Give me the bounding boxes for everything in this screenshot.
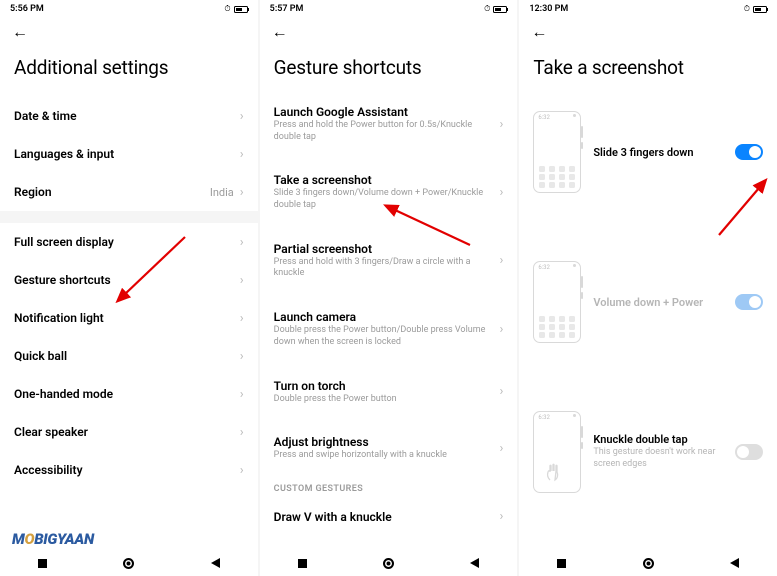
row-draw-v-knuckle[interactable]: Draw V with a knuckle › — [260, 498, 518, 536]
row-date-time[interactable]: Date & time › — [0, 97, 258, 135]
alarm-icon: ⏱ — [224, 4, 230, 14]
gesture-list: Launch Google Assistant Press and hold t… — [260, 97, 518, 536]
page-title: Gesture shortcuts — [260, 46, 518, 97]
chevron-right-icon: › — [499, 384, 503, 399]
chevron-right-icon: › — [240, 425, 244, 440]
row-one-handed-mode[interactable]: One-handed mode › — [0, 375, 258, 413]
nav-recents-icon[interactable] — [38, 559, 47, 568]
header-bar: ← — [260, 18, 518, 46]
row-clear-speaker[interactable]: Clear speaker › — [0, 413, 258, 451]
phone-mock-icon: 6:32 — [533, 411, 581, 493]
nav-recents-icon[interactable] — [557, 559, 566, 568]
panel-gesture-shortcuts: 5:57 PM ⏱ ← Gesture shortcuts Launch Goo… — [260, 0, 518, 576]
status-bar: 5:56 PM ⏱ — [0, 0, 258, 18]
toggle-volume-power[interactable] — [735, 294, 763, 310]
nav-back-icon[interactable] — [730, 558, 739, 568]
battery-icon — [753, 6, 767, 13]
chevron-right-icon: › — [240, 235, 244, 250]
hand-icon — [542, 460, 566, 484]
row-adjust-brightness[interactable]: Adjust brightness Press and swipe horizo… — [260, 427, 518, 470]
chevron-right-icon: › — [240, 349, 244, 364]
battery-icon — [493, 6, 507, 13]
back-icon[interactable]: ← — [531, 22, 547, 42]
chevron-right-icon: › — [240, 311, 244, 326]
nav-back-icon[interactable] — [470, 558, 479, 568]
option-knuckle-tap: 6:32 Knuckle double tap This gesture doe… — [519, 397, 777, 507]
phone-mock-icon: 6:32 — [533, 111, 581, 193]
page-title: Take a screenshot — [519, 46, 777, 97]
status-bar: 5:57 PM ⏱ — [260, 0, 518, 18]
chevron-right-icon: › — [499, 117, 503, 132]
chevron-right-icon: › — [499, 253, 503, 268]
row-notification-light[interactable]: Notification light › — [0, 299, 258, 337]
back-icon[interactable]: ← — [12, 22, 28, 42]
chevron-right-icon: › — [240, 273, 244, 288]
row-value: India — [210, 186, 234, 199]
status-time: 12:30 PM — [529, 4, 568, 14]
nav-home-icon[interactable] — [643, 558, 654, 569]
option-slide-3-fingers: 6:32 Slide 3 fingers down — [519, 97, 777, 207]
nav-bar — [260, 550, 518, 576]
row-take-screenshot[interactable]: Take a screenshot Slide 3 fingers down/V… — [260, 165, 518, 219]
row-quick-ball[interactable]: Quick ball › — [0, 337, 258, 375]
watermark: MOBIGYAAN — [12, 530, 94, 548]
nav-home-icon[interactable] — [383, 558, 394, 569]
phone-mock-icon: 6:32 — [533, 261, 581, 343]
chevron-right-icon: › — [499, 509, 503, 524]
toggle-knuckle-tap[interactable] — [735, 444, 763, 460]
back-icon[interactable]: ← — [272, 22, 288, 42]
option-sub: This gesture doesn't work near screen ed… — [593, 447, 723, 470]
status-right: ⏱ — [484, 4, 507, 14]
option-volume-power: 6:32 Volume down + Power — [519, 247, 777, 357]
toggle-slide-3-fingers[interactable] — [735, 144, 763, 160]
row-accessibility[interactable]: Accessibility › — [0, 451, 258, 489]
header-bar: ← — [519, 18, 777, 46]
chevron-right-icon: › — [240, 147, 244, 162]
alarm-icon: ⏱ — [744, 4, 750, 14]
header-bar: ← — [0, 18, 258, 46]
nav-recents-icon[interactable] — [298, 559, 307, 568]
chevron-right-icon: › — [240, 109, 244, 124]
panel-take-screenshot: 12:30 PM ⏱ ← Take a screenshot 6:32 Slid… — [519, 0, 777, 576]
chevron-right-icon: › — [240, 387, 244, 402]
settings-list: Date & time › Languages & input › Region… — [0, 97, 258, 489]
nav-bar — [0, 550, 258, 576]
row-gesture-shortcuts[interactable]: Gesture shortcuts › — [0, 261, 258, 299]
chevron-right-icon: › — [499, 185, 503, 200]
chevron-right-icon: › — [240, 463, 244, 478]
nav-bar — [519, 550, 777, 576]
row-languages-input[interactable]: Languages & input › — [0, 135, 258, 173]
row-launch-google-assistant[interactable]: Launch Google Assistant Press and hold t… — [260, 97, 518, 151]
chevron-right-icon: › — [240, 185, 244, 200]
section-divider — [0, 211, 258, 223]
option-label: Volume down + Power — [593, 296, 723, 309]
option-label: Knuckle double tap — [593, 433, 723, 446]
status-time: 5:57 PM — [270, 4, 304, 14]
panel-additional-settings: 5:56 PM ⏱ ← Additional settings Date & t… — [0, 0, 258, 576]
nav-back-icon[interactable] — [211, 558, 220, 568]
option-label: Slide 3 fingers down — [593, 146, 723, 159]
section-label: CUSTOM GESTURES — [260, 470, 518, 498]
battery-icon — [234, 6, 248, 13]
status-right: ⏱ — [224, 4, 247, 14]
nav-home-icon[interactable] — [123, 558, 134, 569]
alarm-icon: ⏱ — [484, 4, 490, 14]
chevron-right-icon: › — [499, 441, 503, 456]
row-region[interactable]: Region India › — [0, 173, 258, 211]
status-time: 5:56 PM — [10, 4, 44, 14]
status-right: ⏱ — [744, 4, 767, 14]
status-bar: 12:30 PM ⏱ — [519, 0, 777, 18]
page-title: Additional settings — [0, 46, 258, 97]
row-turn-on-torch[interactable]: Turn on torch Double press the Power but… — [260, 371, 518, 414]
row-launch-camera[interactable]: Launch camera Double press the Power but… — [260, 302, 518, 356]
row-partial-screenshot[interactable]: Partial screenshot Press and hold with 3… — [260, 234, 518, 288]
chevron-right-icon: › — [499, 322, 503, 337]
row-full-screen-display[interactable]: Full screen display › — [0, 223, 258, 261]
